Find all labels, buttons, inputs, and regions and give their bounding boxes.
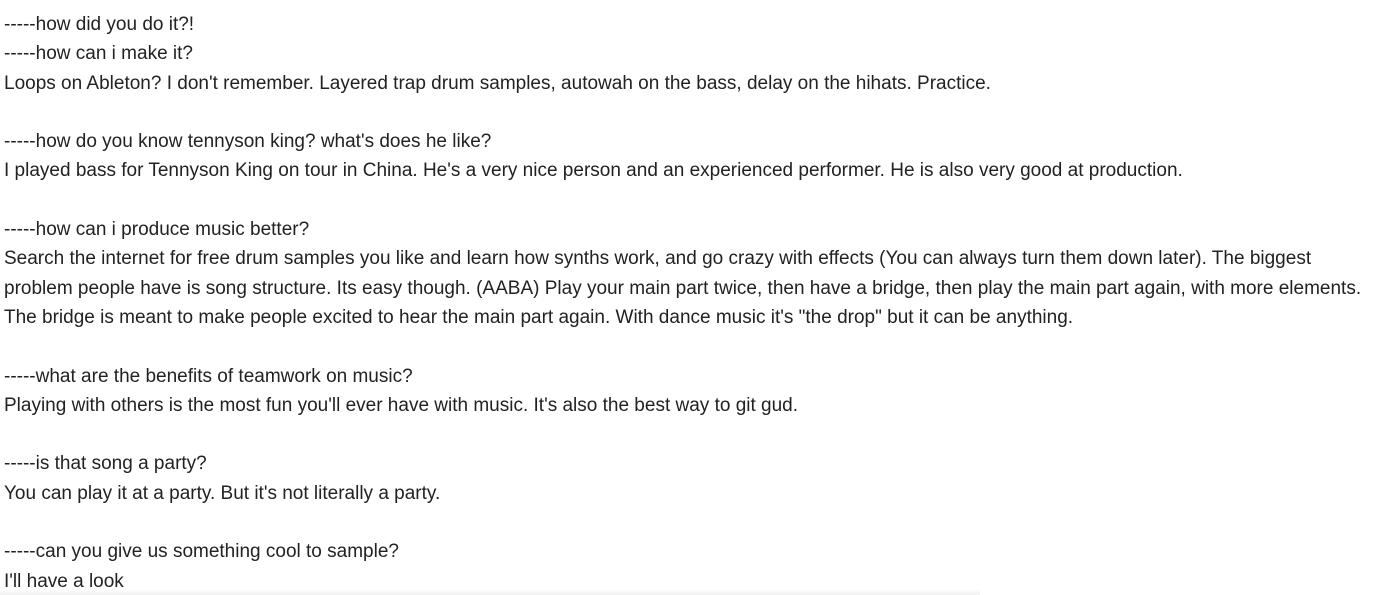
qa-block: -----how can i produce music better? Sea… [4, 215, 1399, 332]
question-text: -----how do you know tennyson king? what… [4, 131, 492, 153]
question-text: -----can you give us something cool to s… [4, 541, 399, 563]
qa-block: -----how do you know tennyson king? what… [4, 127, 1399, 186]
qa-page: -----how did you do it?! -----how can i … [0, 0, 1399, 595]
qa-block: -----can you give us something cool to s… [4, 537, 1399, 595]
answer-text: Search the internet for free drum sample… [4, 248, 1312, 270]
qa-block: -----what are the benefits of teamwork o… [4, 362, 1399, 421]
answer-text: I played bass for Tennyson King on tour … [4, 160, 1183, 182]
bottom-edge-shadow [0, 589, 980, 595]
answer-text: You can play it at a party. But it's not… [4, 482, 441, 504]
question-text: -----how can i produce music better? [4, 219, 310, 241]
question-text: -----how can i make it? [4, 43, 193, 65]
question-text: -----how did you do it?! [4, 14, 195, 35]
answer-text: Playing with others is the most fun you'… [4, 394, 799, 416]
qa-block: -----is that song a party? You can play … [4, 449, 1399, 508]
qa-block: -----how did you do it?! -----how can i … [4, 10, 1399, 98]
question-text: -----what are the benefits of teamwork o… [4, 365, 413, 387]
question-text: -----is that song a party? [4, 453, 207, 475]
answer-text: The bridge is meant to make people excit… [4, 306, 1074, 328]
answer-text: problem people have is song structure. I… [4, 277, 1362, 299]
answer-text: Loops on Ableton? I don't remember. Laye… [4, 72, 991, 94]
qa-content: -----how did you do it?! -----how can i … [4, 10, 1399, 595]
